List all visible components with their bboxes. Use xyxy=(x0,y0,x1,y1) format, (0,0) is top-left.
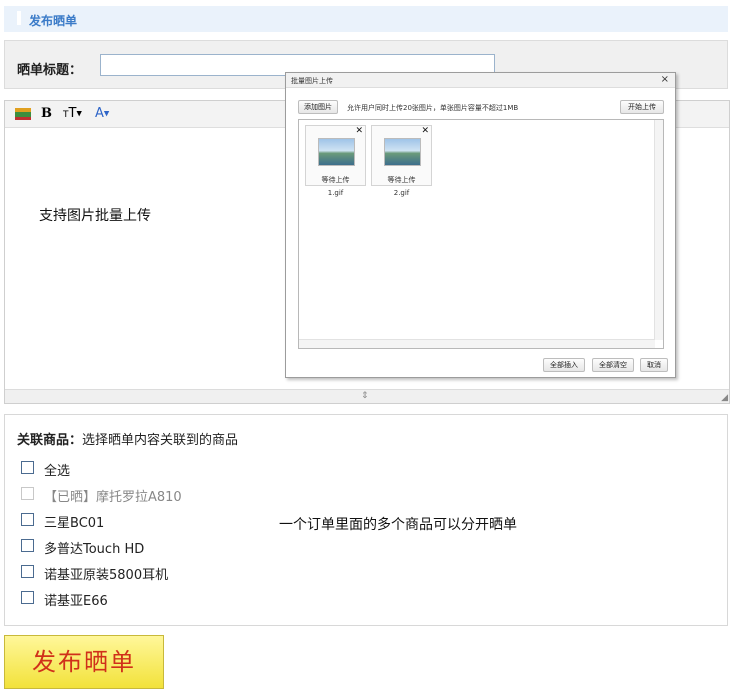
goods-checkbox[interactable] xyxy=(21,591,34,604)
resize-handle-icon[interactable]: ⇕ xyxy=(361,391,369,401)
upload-file-area: ✕ 等待上传 1.gif ✕ 等待上传 2.gif xyxy=(298,119,664,349)
chevron-down-icon: ▼ xyxy=(76,109,82,118)
related-goods-label: 关联商品： xyxy=(17,433,83,448)
file-thumbnail: ✕ 等待上传 xyxy=(305,125,366,186)
horizontal-scrollbar[interactable] xyxy=(299,339,655,348)
split-order-note: 一个订单里面的多个商品可以分开晒单 xyxy=(279,517,517,533)
goods-item-label: 三星BC01 xyxy=(44,516,105,531)
goods-checkbox[interactable] xyxy=(21,513,34,526)
remove-file-icon[interactable]: ✕ xyxy=(421,126,429,136)
publish-button[interactable]: 发布晒单 xyxy=(4,635,164,689)
chevron-down-icon: ▼ xyxy=(103,109,110,118)
page-header: 发布晒单 xyxy=(4,6,728,32)
image-preview xyxy=(318,138,355,166)
add-image-button[interactable]: 添加图片 xyxy=(298,100,338,114)
file-name: 2.gif xyxy=(393,189,410,197)
font-size-button[interactable]: TT▼ xyxy=(63,106,82,123)
goods-item-label: 诺基亚原装5800耳机 xyxy=(44,568,169,583)
dialog-caption: 批量图片上传 × xyxy=(286,73,675,88)
editor-resize-bar[interactable]: ⇕ ◢ xyxy=(5,389,729,403)
header-marker xyxy=(17,11,21,25)
editor-content[interactable]: 支持图片批量上传 xyxy=(39,205,151,225)
font-size-small-glyph: T xyxy=(63,110,69,120)
goods-checkbox[interactable] xyxy=(21,565,34,578)
file-name: 1.gif xyxy=(327,189,344,197)
start-upload-button[interactable]: 开始上传 xyxy=(620,100,664,114)
page-title: 发布晒单 xyxy=(29,14,78,28)
related-goods-hint: 选择晒单内容关联到的商品 xyxy=(82,433,239,448)
image-insert-icon[interactable] xyxy=(15,108,31,120)
upload-limit-note: 允许用户同时上传20张图片，单张图片容量不超过1MB xyxy=(347,104,519,112)
remove-file-icon[interactable]: ✕ xyxy=(355,126,363,136)
bold-button[interactable]: B xyxy=(41,106,52,123)
font-color-glyph: A xyxy=(95,106,104,121)
goods-item-label: 诺基亚E66 xyxy=(44,594,108,609)
goods-item-label: 全选 xyxy=(44,464,71,479)
file-status: 等待上传 xyxy=(387,176,416,184)
dialog-title: 批量图片上传 xyxy=(291,77,333,85)
title-label: 晒单标题： xyxy=(17,63,83,78)
insert-all-button[interactable]: 全部插入 xyxy=(543,358,585,372)
resize-grip-icon[interactable]: ◢ xyxy=(721,393,728,403)
goods-checkbox[interactable] xyxy=(21,539,34,552)
cancel-button[interactable]: 取消 xyxy=(640,358,668,372)
batch-upload-dialog: 批量图片上传 × 添加图片 允许用户同时上传20张图片，单张图片容量不超过1MB… xyxy=(285,72,676,378)
file-status: 等待上传 xyxy=(321,176,350,184)
file-thumbnail: ✕ 等待上传 xyxy=(371,125,432,186)
goods-item-label: 【已晒】摩托罗拉A810 xyxy=(44,490,182,505)
related-goods-panel: 关联商品：选择晒单内容关联到的商品 全选 【已晒】摩托罗拉A810 三星BC01… xyxy=(4,414,728,626)
image-preview xyxy=(384,138,421,166)
vertical-scrollbar[interactable] xyxy=(654,120,663,340)
clear-all-button[interactable]: 全部清空 xyxy=(592,358,634,372)
font-color-button[interactable]: A▼ xyxy=(95,106,109,123)
close-icon[interactable]: × xyxy=(661,74,669,85)
goods-item-label: 多普达Touch HD xyxy=(44,542,145,557)
goods-checkbox-disabled xyxy=(21,487,34,500)
related-goods-heading: 关联商品：选择晒单内容关联到的商品 xyxy=(17,429,238,448)
select-all-checkbox[interactable] xyxy=(21,461,34,474)
